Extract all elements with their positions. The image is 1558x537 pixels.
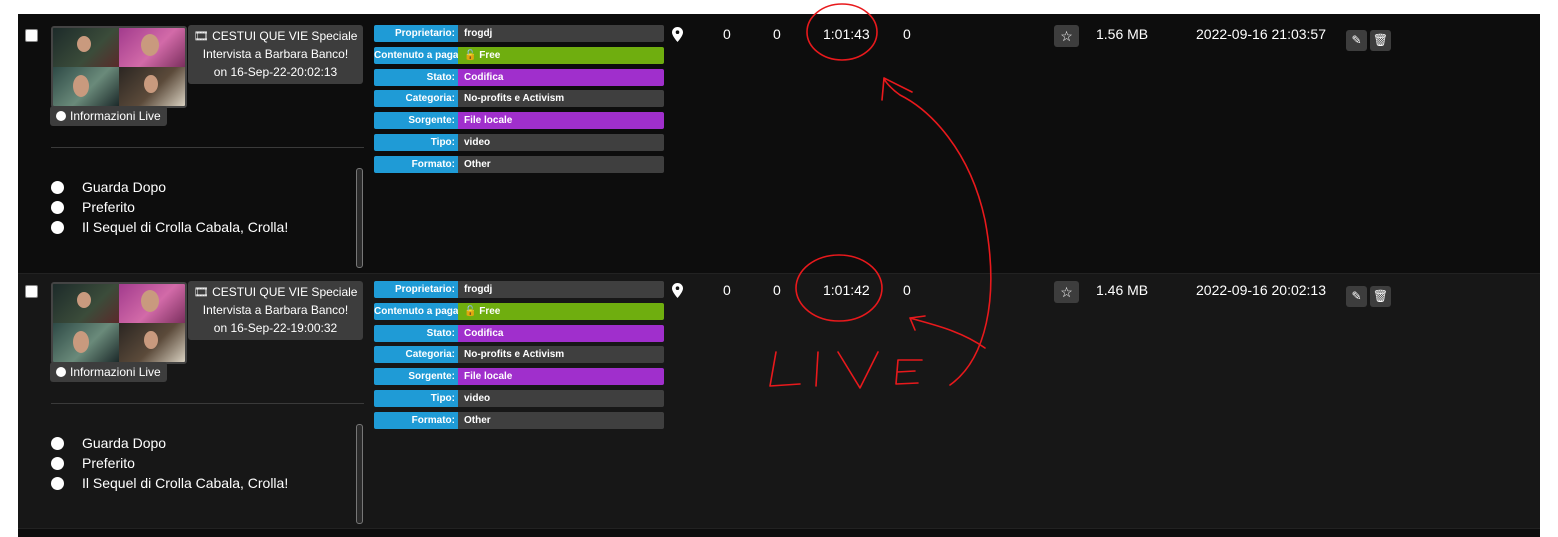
meta-paid-content: Contenuto a paga 🔓 Free (374, 46, 664, 64)
meta-type: Tipo: video (374, 389, 664, 407)
meta-owner: Proprietario: frogdj (374, 281, 664, 298)
edit-button[interactable]: ✎ (1346, 286, 1367, 307)
live-info-button[interactable]: Informazioni Live (50, 106, 167, 126)
playlist-item-favorite[interactable]: Preferito (51, 197, 288, 217)
comments-count: 0 (903, 282, 911, 298)
page-top-strip (0, 0, 1558, 14)
likes-count: 0 (773, 282, 781, 298)
meta-status: Stato: Codifica (374, 324, 664, 342)
meta-paid-content: Contenuto a paga 🔓 Free (374, 302, 664, 320)
star-icon: ☆ (1060, 284, 1073, 300)
playlist-item-sequel[interactable]: Il Sequel di Crolla Cabala, Crolla! (51, 217, 288, 237)
duration: 1:01:43 (823, 26, 870, 42)
metadata-table: Proprietario: frogdj Contenuto a paga 🔓 Fr… (374, 25, 664, 178)
radio-icon[interactable] (51, 476, 64, 490)
favorite-star-button[interactable]: ☆ (1054, 25, 1079, 47)
video-title-date: on 16-Sep-22-19:00:32 (213, 321, 338, 335)
live-info-label: Informazioni Live (70, 365, 161, 379)
playlist-scrollbar[interactable] (356, 168, 363, 268)
meta-category: Categoria: No-profits e Activism (374, 90, 664, 108)
meta-source: Sorgente: File locale (374, 112, 664, 130)
radio-icon[interactable] (51, 220, 64, 234)
divider (51, 403, 364, 404)
meta-format: Formato: Other (374, 411, 664, 429)
delete-button[interactable]: 🗑 (1370, 286, 1391, 307)
upload-date: 2022-09-16 20:02:13 (1196, 282, 1326, 298)
upload-date: 2022-09-16 21:03:57 (1196, 26, 1326, 42)
live-info-button[interactable]: Informazioni Live (50, 362, 167, 382)
video-title-date: on 16-Sep-22-20:02:13 (213, 65, 338, 79)
radio-icon[interactable] (51, 200, 64, 214)
row-select-checkbox[interactable] (25, 29, 38, 42)
map-pin-icon[interactable] (672, 27, 683, 42)
metadata-table: Proprietario: frogdj Contenuto a paga 🔓 Fr… (374, 281, 664, 434)
meta-format: Formato: Other (374, 155, 664, 173)
video-title-line2: Intervista a Barbara Banco! (202, 47, 349, 61)
live-info-label: Informazioni Live (70, 109, 161, 123)
likes-count: 0 (773, 26, 781, 42)
trash-icon: 🗑 (1372, 289, 1389, 303)
row-select-checkbox[interactable] (25, 285, 38, 298)
duration: 1:01:42 (823, 282, 870, 298)
playlist-list: Guarda Dopo Preferito Il Sequel di Croll… (51, 177, 288, 237)
meta-category: Categoria: No-profits e Activism (374, 346, 664, 364)
file-size: 1.56 MB (1096, 26, 1149, 42)
media-row: Informazioni Live 🎞 CESTUI QUE VIE Speci… (18, 273, 1540, 528)
divider (51, 147, 364, 148)
video-title-box[interactable]: 🎞 CESTUI QUE VIE Speciale Intervista a B… (188, 25, 363, 84)
meta-type: Tipo: video (374, 133, 664, 151)
playlist-item-favorite[interactable]: Preferito (51, 453, 288, 473)
video-title-line1: 🎞 CESTUI QUE VIE Speciale (193, 29, 358, 43)
video-title-box[interactable]: 🎞 CESTUI QUE VIE Speciale Intervista a B… (188, 281, 363, 340)
map-pin-icon[interactable] (672, 283, 683, 298)
favorite-star-button[interactable]: ☆ (1054, 281, 1079, 303)
playlist-list: Guarda Dopo Preferito Il Sequel di Croll… (51, 433, 288, 493)
playlist-scrollbar[interactable] (356, 424, 363, 524)
media-row: Informazioni Live 🎞 CESTUI QUE VIE Speci… (18, 18, 1540, 272)
edit-icon: ✎ (1351, 289, 1362, 303)
edit-button[interactable]: ✎ (1346, 30, 1367, 51)
meta-status: Stato: Codifica (374, 68, 664, 86)
live-info-icon (56, 367, 66, 377)
meta-source: Sorgente: File locale (374, 368, 664, 386)
radio-icon[interactable] (51, 456, 64, 470)
views-count: 0 (723, 26, 731, 42)
comments-count: 0 (903, 26, 911, 42)
video-title-line1: 🎞 CESTUI QUE VIE Speciale (193, 285, 358, 299)
video-thumbnail[interactable] (51, 282, 187, 364)
radio-icon[interactable] (51, 180, 64, 194)
video-thumbnail[interactable] (51, 26, 187, 108)
live-info-icon (56, 111, 66, 121)
playlist-item-watch-later[interactable]: Guarda Dopo (51, 177, 288, 197)
file-size: 1.46 MB (1096, 282, 1149, 298)
trash-icon: 🗑 (1372, 33, 1389, 47)
playlist-item-sequel[interactable]: Il Sequel di Crolla Cabala, Crolla! (51, 473, 288, 493)
star-icon: ☆ (1060, 28, 1073, 44)
playlist-item-watch-later[interactable]: Guarda Dopo (51, 433, 288, 453)
radio-icon[interactable] (51, 436, 64, 450)
video-title-line2: Intervista a Barbara Banco! (202, 303, 349, 317)
meta-owner: Proprietario: frogdj (374, 25, 664, 42)
views-count: 0 (723, 282, 731, 298)
delete-button[interactable]: 🗑 (1370, 30, 1391, 51)
edit-icon: ✎ (1351, 33, 1362, 47)
